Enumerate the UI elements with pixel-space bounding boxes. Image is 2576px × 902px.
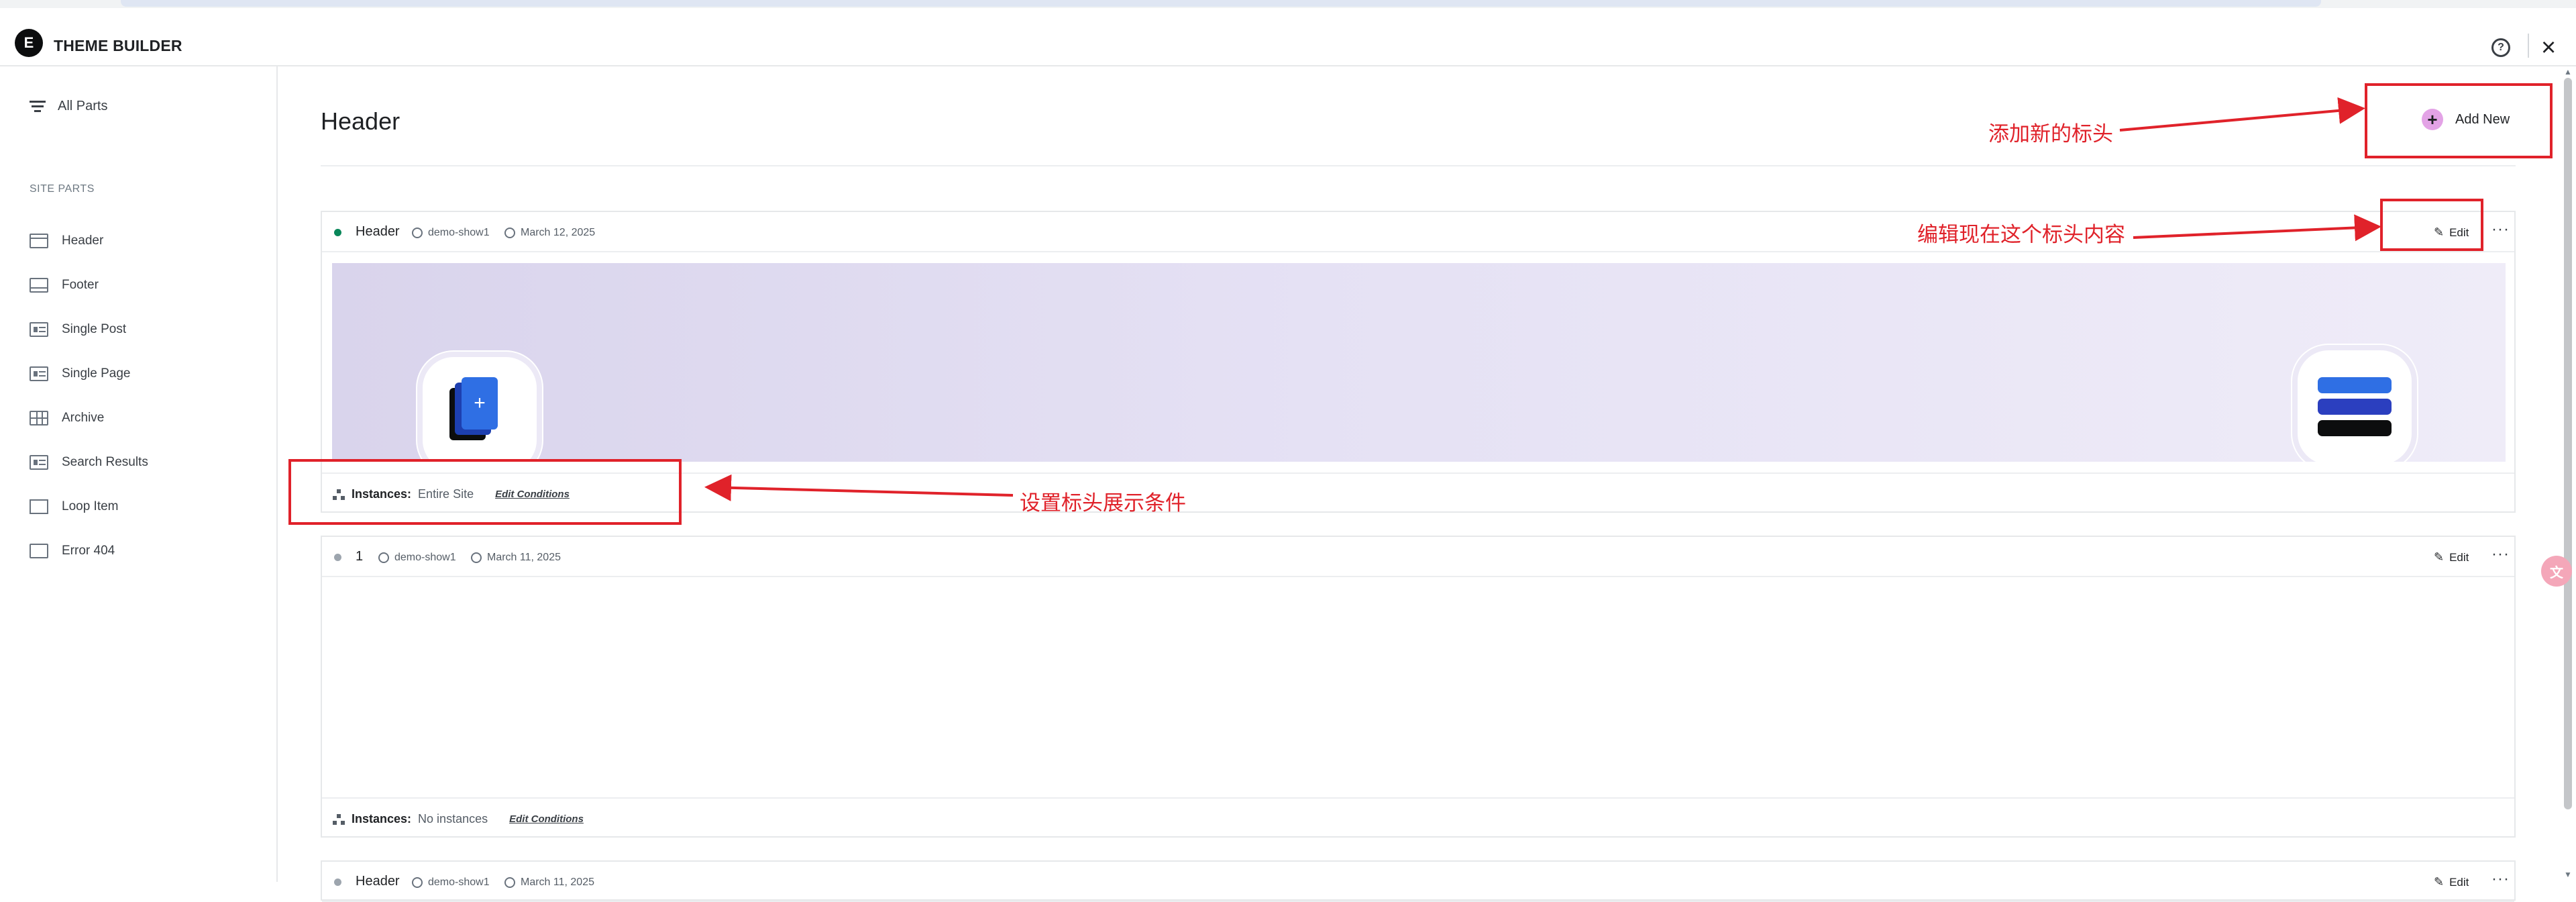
annotation-arrows [704,97,2381,501]
scroll-up-arrow[interactable]: ▲ [2564,67,2572,77]
scroll-down-arrow[interactable]: ▼ [2564,870,2572,879]
translate-widget-icon[interactable]: 文 [2541,556,2572,587]
scrollbar-thumb[interactable] [2564,78,2572,809]
